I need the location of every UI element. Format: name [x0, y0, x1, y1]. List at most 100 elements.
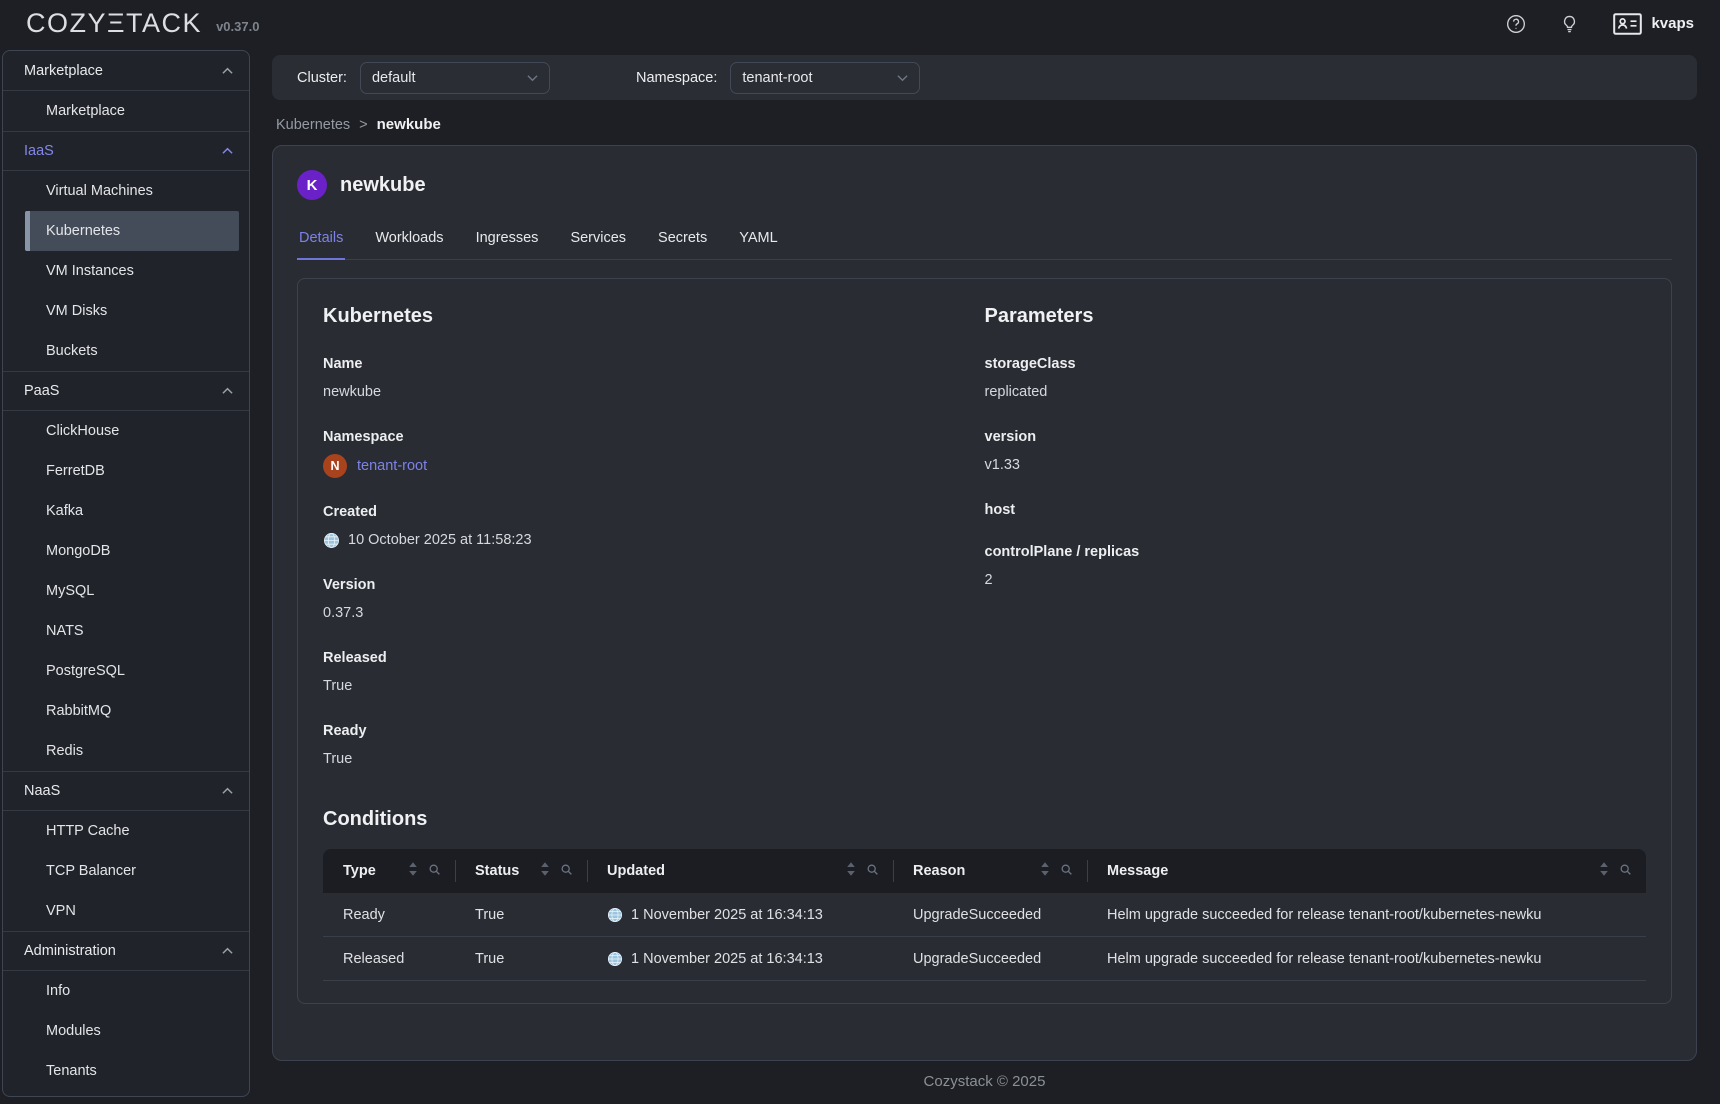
namespace-avatar: N: [323, 454, 347, 478]
sidebar-group-header-administration[interactable]: Administration: [3, 931, 249, 971]
breadcrumb: Kubernetes > newkube: [276, 116, 1697, 133]
sidebar-group-label: PaaS: [24, 383, 59, 399]
sidebar-item-redis[interactable]: Redis: [25, 731, 239, 771]
sidebar-item-ferretdb[interactable]: FerretDB: [25, 451, 239, 491]
resource-header: K newkube: [297, 170, 1672, 200]
chevron-down-icon: [897, 74, 908, 82]
sort-icon[interactable]: [540, 861, 550, 881]
main-content: Cluster: default Namespace: tenant-root: [250, 47, 1720, 1104]
tab-details[interactable]: Details: [299, 224, 343, 259]
sidebar-item-info[interactable]: Info: [25, 971, 239, 1011]
sidebar-group-label: Administration: [24, 943, 116, 959]
topbar-actions: kvaps: [1506, 13, 1694, 35]
tab-services[interactable]: Services: [570, 224, 626, 259]
sidebar-item-marketplace[interactable]: Marketplace: [25, 91, 239, 131]
field-created: Created: [323, 504, 985, 551]
sidebar-group-header-naas[interactable]: NaaS: [3, 771, 249, 811]
sidebar-item-buckets[interactable]: Buckets: [25, 331, 239, 371]
chevron-up-icon: [222, 67, 233, 75]
sidebar-item-virtual-machines[interactable]: Virtual Machines: [25, 171, 239, 211]
search-icon[interactable]: [1060, 863, 1073, 880]
search-icon[interactable]: [560, 863, 573, 880]
resource-tabs: Details Workloads Ingresses Services Sec…: [297, 224, 1672, 260]
chevron-up-icon: [222, 787, 233, 795]
breadcrumb-kubernetes[interactable]: Kubernetes: [276, 117, 350, 133]
sort-icon[interactable]: [1599, 861, 1609, 881]
chevron-up-icon: [222, 147, 233, 155]
sort-icon[interactable]: [408, 861, 418, 881]
sidebar-group-paas: PaaS ClickHouse FerretDB Kafka MongoDB M…: [3, 371, 249, 771]
chevron-down-icon: [527, 74, 538, 82]
tab-yaml[interactable]: YAML: [739, 224, 777, 259]
chevron-up-icon: [222, 947, 233, 955]
parameters-section: Parameters storageClass replicated versi…: [985, 305, 1647, 796]
namespace-label: Namespace:: [636, 70, 717, 86]
cluster-label: Cluster:: [297, 70, 347, 86]
user-menu[interactable]: kvaps: [1613, 13, 1694, 35]
namespace-select-value: tenant-root: [742, 70, 897, 86]
sidebar-group-marketplace: Marketplace Marketplace: [3, 51, 249, 131]
sidebar-item-mongodb[interactable]: MongoDB: [25, 531, 239, 571]
sidebar-item-postgresql[interactable]: PostgreSQL: [25, 651, 239, 691]
field-name: Name newkube: [323, 356, 985, 403]
sidebar-item-rabbitmq[interactable]: RabbitMQ: [25, 691, 239, 731]
kubernetes-section: Kubernetes Name newkube Namespace N tena…: [323, 305, 985, 796]
table-row[interactable]: Released True 1 November 2025 at 16:34:1…: [323, 937, 1646, 981]
theme-toggle-lightbulb-icon[interactable]: [1560, 14, 1579, 34]
field-released: Released True: [323, 650, 985, 697]
sort-icon[interactable]: [1040, 861, 1050, 881]
cluster-select[interactable]: default: [360, 62, 550, 94]
field-param-version: version v1.33: [985, 429, 1647, 476]
globe-icon: [607, 907, 623, 923]
namespace-link[interactable]: tenant-root: [357, 455, 427, 477]
column-header-type: Type: [323, 849, 455, 893]
field-ready: Ready True: [323, 723, 985, 770]
sidebar-panel: Marketplace Marketplace IaaS Virtu: [2, 50, 250, 1097]
sidebar-item-nats[interactable]: NATS: [25, 611, 239, 651]
namespace-select[interactable]: tenant-root: [730, 62, 920, 94]
sidebar-item-tcp-balancer[interactable]: TCP Balancer: [25, 851, 239, 891]
sidebar: Marketplace Marketplace IaaS Virtu: [0, 47, 250, 1104]
sidebar-item-tenants[interactable]: Tenants: [25, 1051, 239, 1091]
tab-ingresses[interactable]: Ingresses: [476, 224, 539, 259]
search-icon[interactable]: [1619, 863, 1632, 880]
kubernetes-avatar: K: [297, 170, 327, 200]
sidebar-group-label: NaaS: [24, 783, 60, 799]
app-root: COZYΞTACK v0.37.0: [0, 0, 1720, 1104]
globe-icon: [323, 532, 340, 549]
field-host: host: [985, 502, 1647, 518]
sidebar-item-vm-disks[interactable]: VM Disks: [25, 291, 239, 331]
sidebar-item-kubernetes[interactable]: Kubernetes: [25, 211, 239, 251]
table-row[interactable]: Ready True 1 November 2025 at 16:34:13 U…: [323, 893, 1646, 937]
tab-secrets[interactable]: Secrets: [658, 224, 707, 259]
resource-card: K newkube Details Workloads Ingresses Se…: [272, 145, 1697, 1061]
field-version: Version 0.37.3: [323, 577, 985, 624]
sidebar-item-vpn[interactable]: VPN: [25, 891, 239, 931]
user-name: kvaps: [1651, 15, 1694, 32]
created-value: 10 October 2025 at 11:58:23: [348, 529, 532, 551]
topbar: COZYΞTACK v0.37.0: [0, 0, 1720, 47]
tab-workloads[interactable]: Workloads: [375, 224, 443, 259]
sidebar-item-vm-instances[interactable]: VM Instances: [25, 251, 239, 291]
sidebar-item-modules[interactable]: Modules: [25, 1011, 239, 1051]
sidebar-group-header-paas[interactable]: PaaS: [3, 371, 249, 411]
sort-icon[interactable]: [846, 861, 856, 881]
conditions-title: Conditions: [323, 808, 1646, 831]
chevron-up-icon: [222, 387, 233, 395]
sidebar-item-mysql[interactable]: MySQL: [25, 571, 239, 611]
sidebar-item-http-cache[interactable]: HTTP Cache: [25, 811, 239, 851]
conditions-table-header: Type Status: [323, 849, 1646, 893]
resource-title: newkube: [340, 174, 426, 197]
search-icon[interactable]: [866, 863, 879, 880]
app-version: v0.37.0: [216, 19, 259, 34]
column-header-updated: Updated: [587, 849, 893, 893]
help-icon[interactable]: [1506, 14, 1526, 34]
details-panel: Kubernetes Name newkube Namespace N tena…: [297, 278, 1672, 1004]
sidebar-item-clickhouse[interactable]: ClickHouse: [25, 411, 239, 451]
sidebar-group-header-marketplace[interactable]: Marketplace: [3, 51, 249, 91]
sidebar-group-header-iaas[interactable]: IaaS: [3, 131, 249, 171]
sidebar-group-administration: Administration Info Modules Tenants: [3, 931, 249, 1091]
sidebar-item-kafka[interactable]: Kafka: [25, 491, 239, 531]
globe-icon: [607, 951, 623, 967]
search-icon[interactable]: [428, 863, 441, 880]
